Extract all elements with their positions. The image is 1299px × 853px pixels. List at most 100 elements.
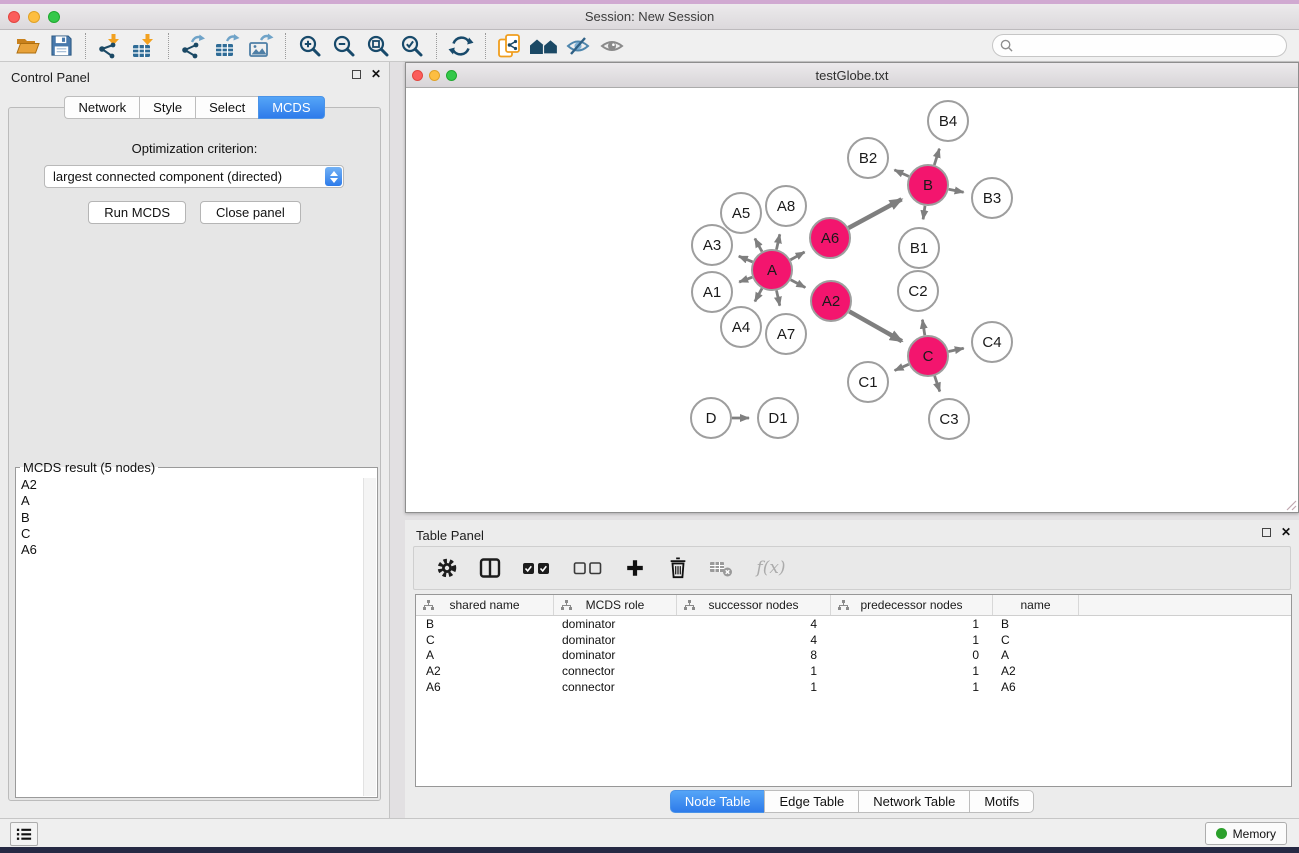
cell-successor-nodes[interactable]: 4 [677, 633, 831, 647]
cell-mcds-role[interactable]: connector [554, 680, 677, 694]
refresh-layout-button[interactable] [444, 32, 478, 60]
node-B[interactable]: B [908, 165, 948, 205]
cell-name[interactable]: C [993, 633, 1079, 647]
show-all-button[interactable] [595, 32, 629, 60]
node-B4[interactable]: B4 [928, 101, 968, 141]
result-item[interactable]: A [21, 493, 377, 509]
cell-predecessor-nodes[interactable]: 1 [831, 664, 993, 678]
zoom-out-button[interactable] [327, 32, 361, 60]
save-session-button[interactable] [44, 32, 78, 60]
result-item[interactable]: A2 [21, 477, 377, 493]
export-image-button[interactable] [244, 32, 278, 60]
delete-row-button[interactable] [665, 555, 691, 581]
close-panel-button[interactable]: Close panel [200, 201, 301, 224]
tab-mcds[interactable]: MCDS [258, 96, 324, 119]
column-header-predecessor-nodes[interactable]: predecessor nodes [831, 595, 993, 615]
result-item[interactable]: C [21, 526, 377, 542]
column-view-button[interactable] [477, 555, 503, 581]
cell-name[interactable]: A [993, 648, 1079, 662]
network-canvas[interactable]: B4B2BB3A5A8A6B1A3AC2A1A2A4A7C4CC1C3DD1 [406, 88, 1298, 512]
edge-A-A3[interactable] [739, 256, 753, 262]
node-A8[interactable]: A8 [766, 186, 806, 226]
cell-mcds-role[interactable]: dominator [554, 633, 677, 647]
column-header-successor-nodes[interactable]: successor nodes [677, 595, 831, 615]
edge-A6-B[interactable] [849, 199, 902, 228]
table-row[interactable]: Adominator80A [416, 648, 1291, 664]
result-item[interactable]: A6 [21, 542, 377, 558]
edge-C-C3[interactable] [935, 376, 940, 392]
edge-A-A6[interactable] [790, 252, 804, 260]
cell-successor-nodes[interactable]: 4 [677, 617, 831, 631]
import-network-button[interactable] [93, 32, 127, 60]
node-B3[interactable]: B3 [972, 178, 1012, 218]
criterion-dropdown[interactable]: largest connected component (directed) [44, 165, 344, 188]
result-scrollbar[interactable] [363, 478, 376, 796]
column-header-shared-name[interactable]: shared name [416, 595, 554, 615]
edge-C-C1[interactable] [895, 364, 909, 370]
zoom-in-button[interactable] [293, 32, 327, 60]
node-C2[interactable]: C2 [898, 271, 938, 311]
table-tab-motifs[interactable]: Motifs [969, 790, 1034, 813]
edge-A2-C[interactable] [849, 311, 902, 341]
cell-name[interactable]: A6 [993, 680, 1079, 694]
cell-predecessor-nodes[interactable]: 1 [831, 680, 993, 694]
select-all-columns-button[interactable] [520, 555, 554, 581]
table-tab-network-table[interactable]: Network Table [858, 790, 969, 813]
first-neighbors-button[interactable] [527, 32, 561, 60]
table-row[interactable]: A6connector11A6 [416, 679, 1291, 695]
node-C4[interactable]: C4 [972, 322, 1012, 362]
node-A5[interactable]: A5 [721, 193, 761, 233]
node-C3[interactable]: C3 [929, 399, 969, 439]
edge-C-C4[interactable] [949, 348, 964, 351]
cell-predecessor-nodes[interactable]: 1 [831, 633, 993, 647]
import-table-button[interactable] [127, 32, 161, 60]
edge-B-B3[interactable] [949, 189, 964, 192]
zoom-selected-button[interactable] [395, 32, 429, 60]
edge-B-B1[interactable] [923, 206, 925, 220]
node-B2[interactable]: B2 [848, 138, 888, 178]
node-D1[interactable]: D1 [758, 398, 798, 438]
open-session-button[interactable] [10, 32, 44, 60]
node-C1[interactable]: C1 [848, 362, 888, 402]
node-A1[interactable]: A1 [692, 272, 732, 312]
cell-mcds-role[interactable]: dominator [554, 617, 677, 631]
cell-successor-nodes[interactable]: 1 [677, 680, 831, 694]
cell-successor-nodes[interactable]: 8 [677, 648, 831, 662]
node-A3[interactable]: A3 [692, 225, 732, 265]
cell-shared-name[interactable]: A [416, 648, 554, 662]
node-A2[interactable]: A2 [811, 281, 851, 321]
export-table-button[interactable] [210, 32, 244, 60]
cell-mcds-role[interactable]: dominator [554, 648, 677, 662]
node-A7[interactable]: A7 [766, 314, 806, 354]
edge-C-C2[interactable] [922, 320, 924, 336]
column-header-name[interactable]: name [993, 595, 1079, 615]
edge-A-A4[interactable] [755, 288, 762, 301]
node-table[interactable]: shared nameMCDS rolesuccessor nodesprede… [415, 594, 1292, 787]
column-header-mcds-role[interactable]: MCDS role [554, 595, 677, 615]
column-settings-button[interactable] [434, 555, 460, 581]
node-A4[interactable]: A4 [721, 307, 761, 347]
edge-A-A8[interactable] [777, 234, 780, 249]
node-A[interactable]: A [752, 250, 792, 290]
table-row[interactable]: A2connector11A2 [416, 663, 1291, 679]
function-builder-button[interactable]: f(x) [751, 555, 791, 581]
export-network-button[interactable] [176, 32, 210, 60]
tab-style[interactable]: Style [139, 96, 195, 119]
search-field[interactable] [992, 34, 1287, 57]
table-tab-edge-table[interactable]: Edge Table [764, 790, 858, 813]
cell-shared-name[interactable]: A2 [416, 664, 554, 678]
cell-mcds-role[interactable]: connector [554, 664, 677, 678]
zoom-fit-button[interactable] [361, 32, 395, 60]
cell-predecessor-nodes[interactable]: 1 [831, 617, 993, 631]
cell-predecessor-nodes[interactable]: 0 [831, 648, 993, 662]
node-D[interactable]: D [691, 398, 731, 438]
tab-network[interactable]: Network [64, 96, 139, 119]
task-history-button[interactable] [10, 822, 38, 846]
cell-successor-nodes[interactable]: 1 [677, 664, 831, 678]
close-table-panel-icon[interactable]: ✕ [1281, 528, 1291, 537]
deselect-all-columns-button[interactable] [571, 555, 605, 581]
node-C[interactable]: C [908, 336, 948, 376]
cell-shared-name[interactable]: B [416, 617, 554, 631]
run-mcds-button[interactable]: Run MCDS [88, 201, 186, 224]
tab-select[interactable]: Select [195, 96, 258, 119]
